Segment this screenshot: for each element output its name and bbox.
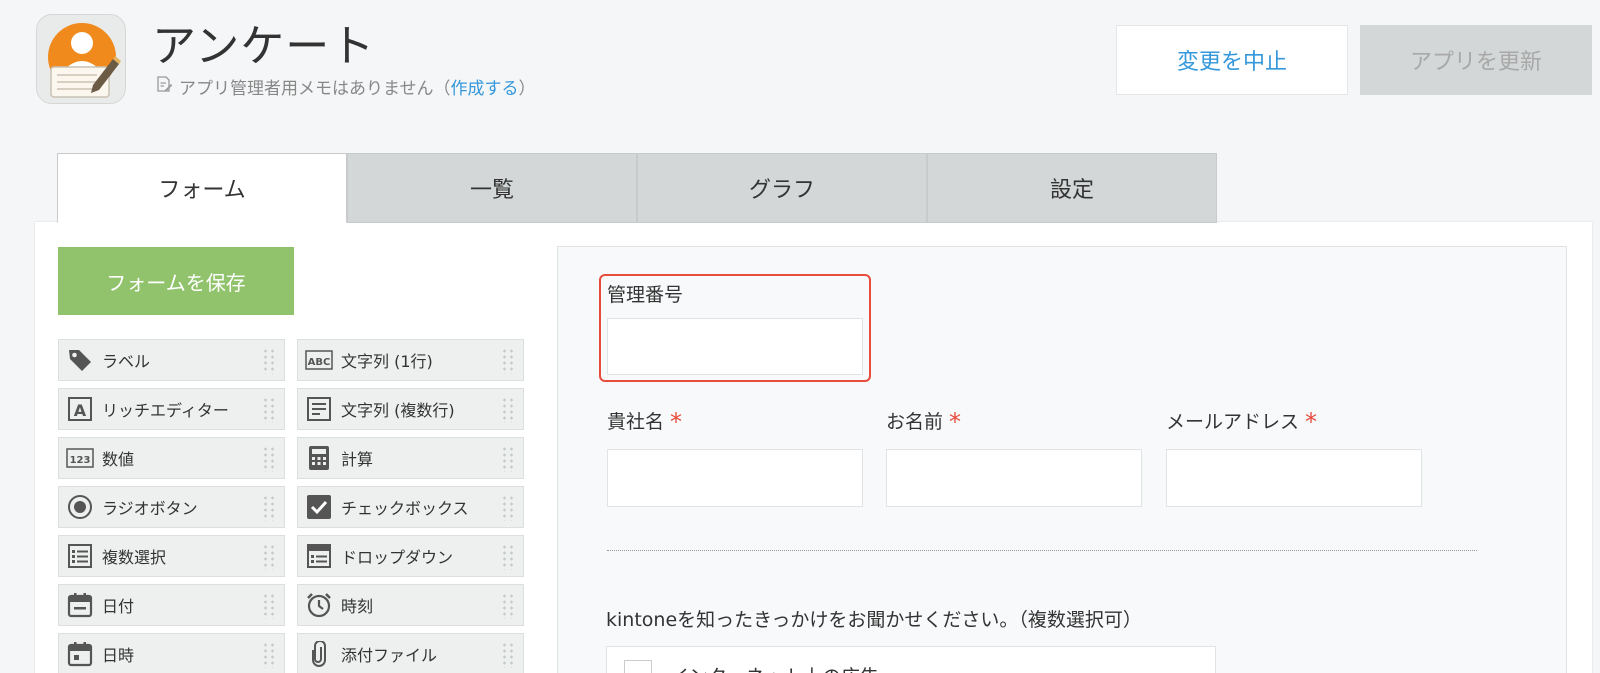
palette-item-rich-editor[interactable]: A リッチエディター — [58, 388, 285, 430]
palette-item-single-line-text[interactable]: ABC 文字列 (1行) — [297, 339, 524, 381]
datetime-icon — [66, 640, 94, 668]
palette-item-number[interactable]: 123 数値 — [58, 437, 285, 479]
multi-select-icon — [66, 542, 94, 570]
drag-handle[interactable] — [501, 544, 515, 570]
palette-item-dropdown[interactable]: ドロップダウン — [297, 535, 524, 577]
required-mark: * — [1305, 408, 1318, 436]
field-label-company: 貴社名 * — [607, 408, 683, 436]
name-input[interactable] — [886, 449, 1142, 507]
drag-handle[interactable] — [262, 495, 276, 521]
rich-editor-icon: A — [66, 395, 94, 423]
palette-item-date[interactable]: 日付 — [58, 584, 285, 626]
drag-handle[interactable] — [262, 446, 276, 472]
choice-label: インターネット上の広告 — [670, 662, 879, 673]
drag-handle[interactable] — [501, 593, 515, 619]
calendar-icon — [66, 591, 94, 619]
tab-settings[interactable]: 設定 — [927, 153, 1217, 223]
app-memo: アプリ管理者用メモはありません（作成する） — [155, 74, 536, 99]
drag-handle[interactable] — [501, 397, 515, 423]
svg-text:123: 123 — [70, 455, 91, 466]
drag-handle[interactable] — [262, 593, 276, 619]
drag-handle[interactable] — [262, 397, 276, 423]
memo-icon — [155, 75, 173, 98]
kanri-number-input[interactable] — [607, 318, 863, 375]
abc-icon: ABC — [305, 346, 333, 374]
drag-handle[interactable] — [501, 642, 515, 668]
question-label: kintoneを知ったきっかけをお聞かせください。（複数選択可） — [606, 609, 1142, 631]
app-icon — [36, 14, 126, 104]
memo-create-link[interactable]: 作成する — [451, 79, 519, 99]
field-label-kanri-number: 管理番号 — [607, 284, 684, 306]
palette-item-checkbox[interactable]: チェックボックス — [297, 486, 524, 528]
palette-item-time[interactable]: 時刻 — [297, 584, 524, 626]
svg-text:ABC: ABC — [308, 357, 331, 368]
tab-graph[interactable]: グラフ — [637, 153, 927, 223]
palette-item-radio-button[interactable]: ラジオボタン — [58, 486, 285, 528]
tab-list[interactable]: 一覧 — [347, 153, 637, 223]
save-form-button[interactable]: フォームを保存 — [58, 247, 294, 315]
field-label-email: メールアドレス * — [1166, 408, 1318, 436]
palette-item-calculation[interactable]: 計算 — [297, 437, 524, 479]
required-mark: * — [670, 408, 683, 436]
paperclip-icon — [305, 640, 333, 668]
drag-handle[interactable] — [262, 642, 276, 668]
palette-item-multi-line-text[interactable]: 文字列 (複数行) — [297, 388, 524, 430]
tab-form[interactable]: フォーム — [57, 153, 347, 223]
settings-tabs: フォーム 一覧 グラフ 設定 — [57, 153, 1217, 223]
choice-checkbox[interactable] — [624, 660, 652, 673]
radio-icon — [66, 493, 94, 521]
svg-text:A: A — [74, 401, 87, 420]
multiline-text-icon — [305, 395, 333, 423]
checkbox-icon — [305, 493, 333, 521]
dropdown-icon — [305, 542, 333, 570]
number-icon: 123 — [66, 444, 94, 472]
cancel-changes-button[interactable]: 変更を中止 — [1116, 25, 1348, 95]
app-title: アンケート — [152, 21, 376, 72]
email-input[interactable] — [1166, 449, 1422, 507]
clock-icon — [305, 591, 333, 619]
drag-handle[interactable] — [501, 446, 515, 472]
palette-item-multi-select[interactable]: 複数選択 — [58, 535, 285, 577]
palette-item-attachment[interactable]: 添付ファイル — [297, 633, 524, 673]
drag-handle[interactable] — [262, 544, 276, 570]
calculator-icon — [305, 444, 333, 472]
company-input[interactable] — [607, 449, 863, 507]
drag-handle[interactable] — [262, 348, 276, 374]
update-app-button[interactable]: アプリを更新 — [1360, 25, 1592, 95]
drag-handle[interactable] — [501, 348, 515, 374]
palette-item-datetime[interactable]: 日時 — [58, 633, 285, 673]
required-mark: * — [949, 408, 962, 436]
palette-item-label[interactable]: ラベル — [58, 339, 285, 381]
field-label-name: お名前 * — [886, 408, 962, 436]
field-palette: ラベル ABC 文字列 (1行) A リッチエディター 文字列 (複数行) 12… — [58, 339, 524, 673]
form-divider — [607, 550, 1477, 551]
drag-handle[interactable] — [501, 495, 515, 521]
tag-icon — [66, 346, 94, 374]
